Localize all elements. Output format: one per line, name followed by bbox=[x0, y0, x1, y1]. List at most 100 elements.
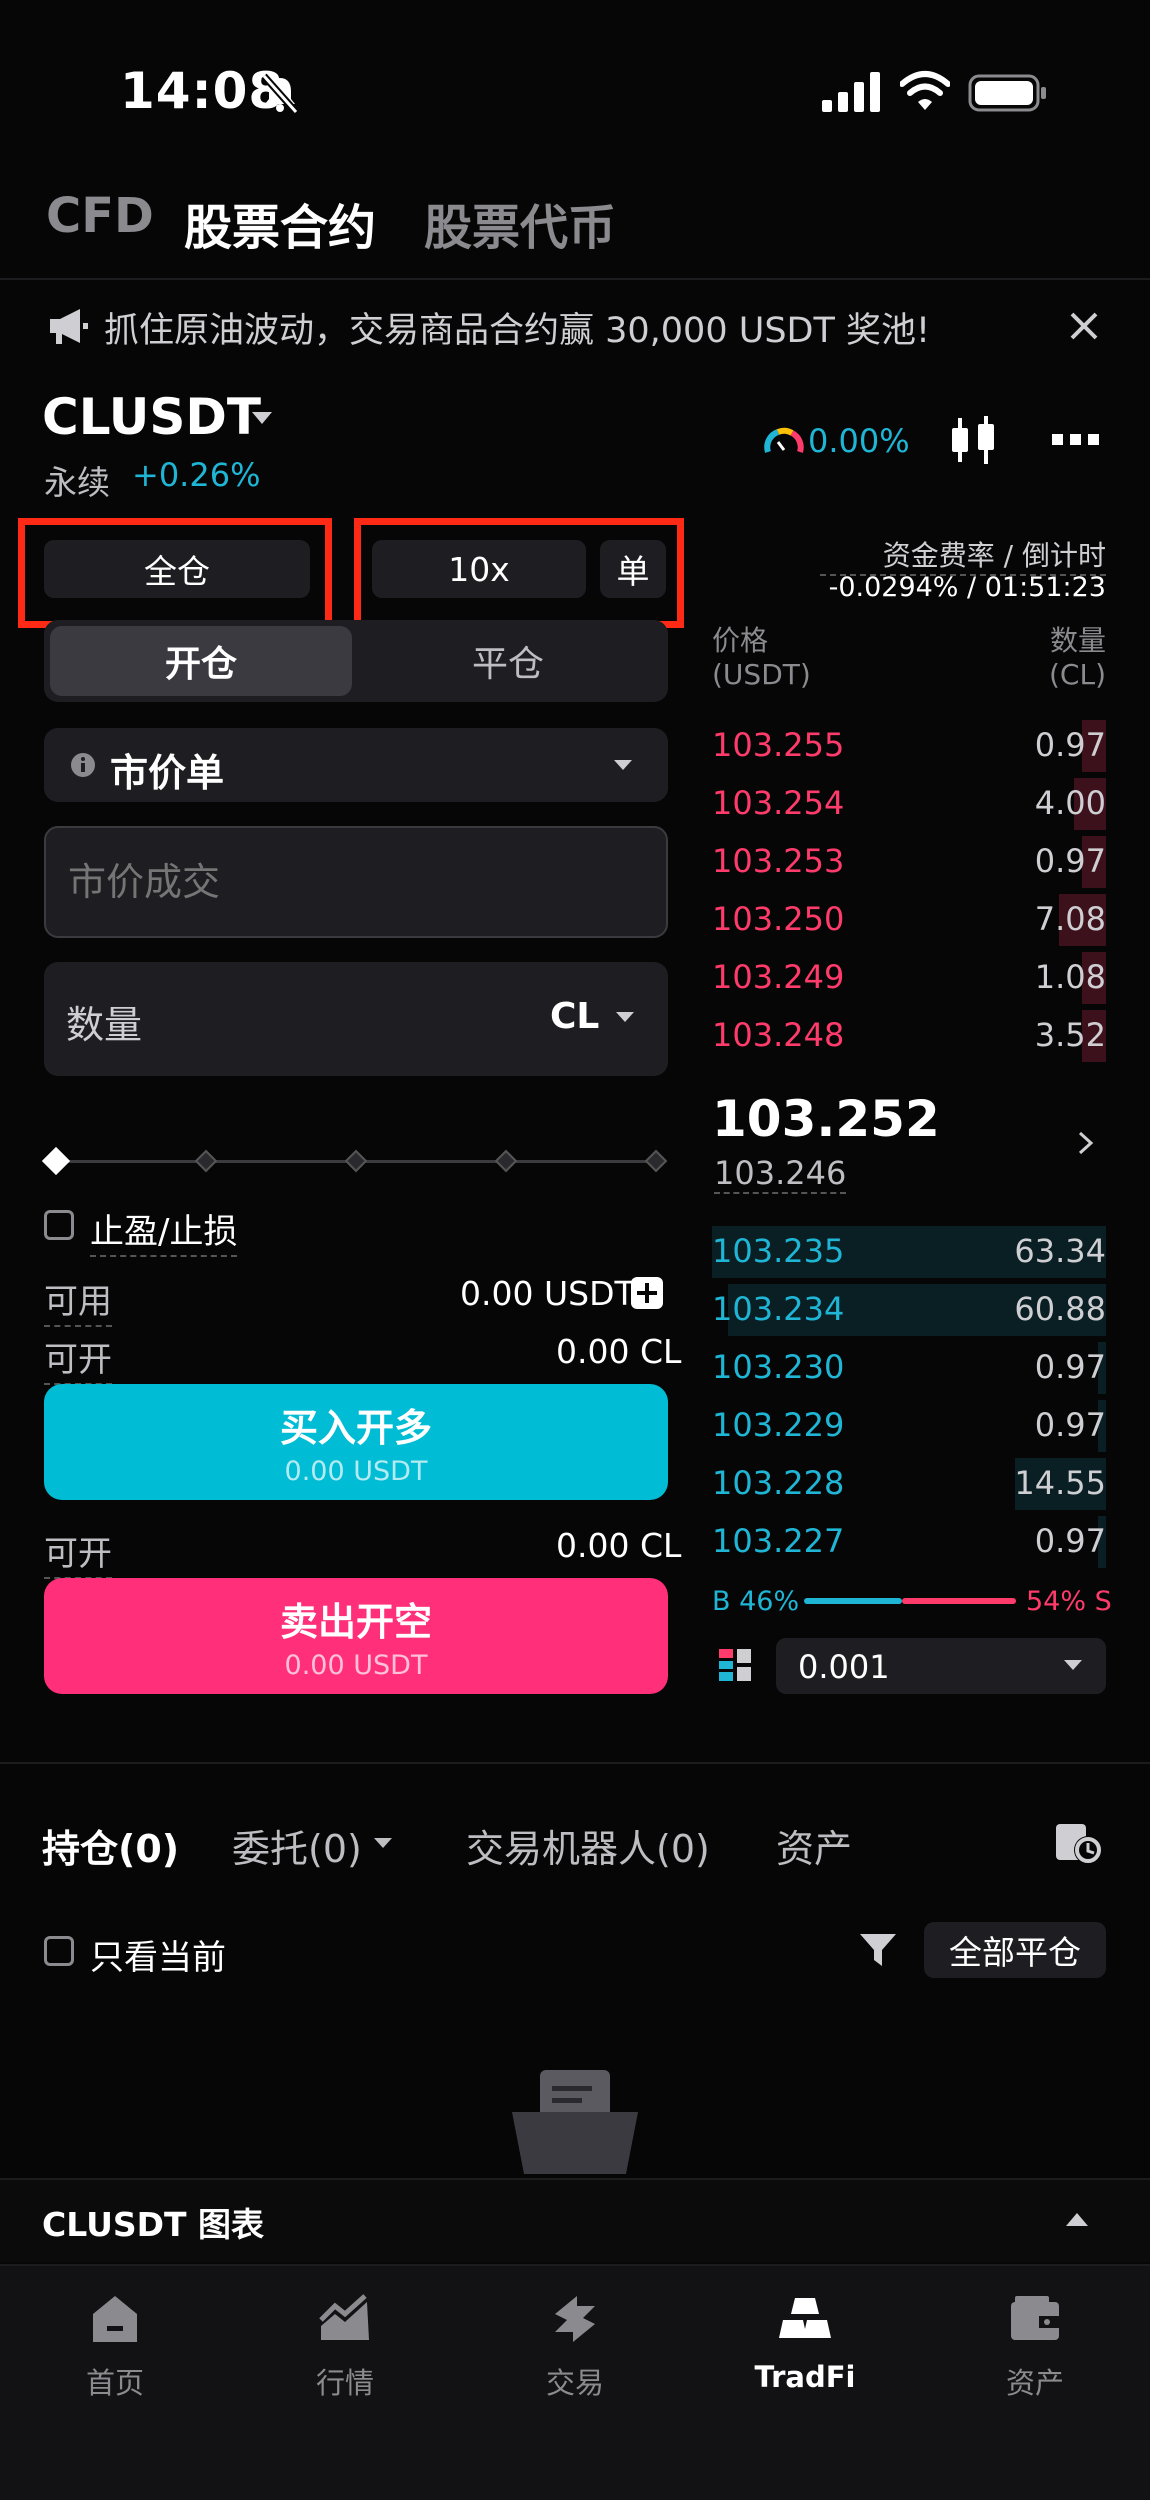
ask-row[interactable]: 103.254 4.00 bbox=[712, 776, 1106, 832]
close-all-button[interactable]: 全部平仓 bbox=[924, 1922, 1106, 1978]
wifi-icon bbox=[900, 71, 950, 110]
symbol-dropdown-icon[interactable] bbox=[250, 410, 274, 426]
nav-tradfi[interactable]: TradFi bbox=[730, 2292, 880, 2394]
sell-short-amount: 0.00 USDT bbox=[284, 1650, 428, 1681]
unit-dropdown-icon[interactable] bbox=[614, 1010, 636, 1024]
bid-row[interactable]: 103.228 14.55 bbox=[712, 1456, 1106, 1512]
sell-can-open-value: 0.00 CL bbox=[556, 1526, 682, 1565]
depth-step-select[interactable]: 0.001 bbox=[776, 1638, 1106, 1694]
tab-stock-contracts[interactable]: 股票合约 bbox=[184, 188, 376, 258]
nav-assets[interactable]: 资产 bbox=[960, 2292, 1110, 2402]
available-label: 可用 bbox=[44, 1274, 112, 1327]
depth-dropdown-icon[interactable] bbox=[1062, 1658, 1084, 1672]
bid-row[interactable]: 103.227 0.97 bbox=[712, 1514, 1106, 1570]
tab-trading-bots[interactable]: 交易机器人(0) bbox=[466, 1818, 710, 1873]
bid-qty: 0.97 bbox=[1034, 1406, 1106, 1444]
orders-dropdown-icon[interactable] bbox=[372, 1836, 394, 1850]
buy-can-open-label: 可开 bbox=[44, 1332, 112, 1385]
nav-trade-label: 交易 bbox=[545, 2366, 604, 2400]
sell-ratio-bar bbox=[902, 1598, 1016, 1604]
slider-step-50[interactable] bbox=[344, 1149, 368, 1173]
empty-folder-icon bbox=[512, 2070, 638, 2174]
ob-price-unit: (USDT) bbox=[712, 658, 811, 691]
tab-orders[interactable]: 委托(0) bbox=[232, 1818, 362, 1873]
wallet-icon bbox=[1011, 2296, 1059, 2340]
bid-qty: 0.97 bbox=[1034, 1348, 1106, 1386]
tab-stock-tokens[interactable]: 股票代币 bbox=[424, 188, 616, 258]
buy-long-button[interactable]: 买入开多 0.00 USDT bbox=[44, 1384, 668, 1500]
chart-drawer-label[interactable]: CLUSDT 图表 bbox=[42, 2198, 264, 2246]
chevron-right-icon[interactable] bbox=[1076, 1130, 1096, 1156]
buy-can-open-value: 0.00 CL bbox=[556, 1332, 682, 1371]
tab-assets[interactable]: 资产 bbox=[776, 1818, 852, 1873]
quantity-label: 数量 bbox=[66, 1003, 143, 1047]
bid-qty: 0.97 bbox=[1034, 1522, 1106, 1560]
nav-tradfi-label: TradFi bbox=[754, 2360, 856, 2394]
sentiment-rate[interactable]: 0.00% bbox=[808, 422, 910, 460]
gold-bars-icon bbox=[779, 2298, 831, 2338]
ask-row[interactable]: 103.249 1.08 bbox=[712, 950, 1106, 1006]
candlestick-chart-icon[interactable] bbox=[948, 414, 998, 466]
position-mode-button[interactable]: 单 bbox=[600, 540, 666, 598]
nav-markets[interactable]: 行情 bbox=[270, 2292, 420, 2402]
ask-qty: 4.00 bbox=[1034, 784, 1106, 822]
slider-step-75[interactable] bbox=[494, 1149, 518, 1173]
home-icon bbox=[93, 2296, 137, 2342]
tpsl-label[interactable]: 止盈/止损 bbox=[90, 1204, 238, 1257]
add-funds-icon[interactable] bbox=[630, 1276, 664, 1310]
quantity-unit-select[interactable]: CL bbox=[550, 996, 599, 1037]
trade-exchange-icon bbox=[555, 2296, 595, 2342]
price-input[interactable] bbox=[44, 826, 668, 938]
bid-qty: 14.55 bbox=[1014, 1464, 1106, 1502]
buy-ratio: B 46% bbox=[712, 1586, 800, 1617]
ask-row[interactable]: 103.248 3.52 bbox=[712, 1008, 1106, 1064]
gauge-icon bbox=[764, 427, 804, 453]
bell-muted-icon bbox=[261, 73, 299, 115]
bid-price: 103.234 bbox=[712, 1290, 845, 1328]
tpsl-checkbox[interactable] bbox=[44, 1210, 74, 1240]
order-type-label: 市价单 bbox=[110, 751, 225, 795]
tab-close-position[interactable]: 平仓 bbox=[352, 626, 664, 696]
sell-short-button[interactable]: 卖出开空 0.00 USDT bbox=[44, 1578, 668, 1694]
ask-row[interactable]: 103.255 0.97 bbox=[712, 718, 1106, 774]
chevron-down-icon bbox=[614, 760, 632, 770]
nav-trade[interactable]: 交易 bbox=[500, 2292, 650, 2402]
announcement-text[interactable]: 抓住原油波动，交易商品合约赢 30,000 USDT 奖池! bbox=[104, 302, 930, 353]
history-icon[interactable] bbox=[1054, 1820, 1104, 1866]
symbol-name[interactable]: CLUSDT bbox=[42, 388, 261, 446]
close-icon[interactable] bbox=[1064, 306, 1104, 346]
filter-icon[interactable] bbox=[858, 1930, 898, 1970]
info-icon[interactable] bbox=[70, 752, 96, 778]
last-price: 103.252 bbox=[712, 1090, 940, 1148]
ask-row[interactable]: 103.253 0.97 bbox=[712, 834, 1106, 890]
ask-qty: 3.52 bbox=[1034, 1016, 1106, 1054]
margin-mode-button[interactable]: 全仓 bbox=[44, 540, 310, 598]
bid-qty: 60.88 bbox=[1014, 1290, 1106, 1328]
leverage-button[interactable]: 10x bbox=[372, 540, 586, 598]
ask-row[interactable]: 103.250 7.08 bbox=[712, 892, 1106, 948]
nav-markets-label: 行情 bbox=[315, 2366, 374, 2400]
tab-cfd[interactable]: CFD bbox=[46, 188, 154, 244]
funding-label[interactable]: 资金费率 / 倒计时 bbox=[820, 534, 1106, 576]
bid-row[interactable]: 103.230 0.97 bbox=[712, 1340, 1106, 1396]
ob-qty-header: 数量 bbox=[1049, 624, 1106, 657]
orderbook-layout-icon[interactable] bbox=[718, 1648, 752, 1682]
bid-price: 103.227 bbox=[712, 1522, 845, 1560]
tab-open-position[interactable]: 开仓 bbox=[50, 626, 352, 696]
bid-row[interactable]: 103.235 63.34 bbox=[712, 1224, 1106, 1280]
depth-step-value: 0.001 bbox=[798, 1648, 890, 1686]
ask-price: 103.254 bbox=[712, 784, 845, 822]
only-current-checkbox[interactable] bbox=[44, 1936, 74, 1966]
bid-row[interactable]: 103.229 0.97 bbox=[712, 1398, 1106, 1454]
chevron-up-icon[interactable] bbox=[1064, 2210, 1090, 2228]
slider-step-100[interactable] bbox=[644, 1149, 668, 1173]
nav-home[interactable]: 首页 bbox=[40, 2292, 190, 2402]
more-icon[interactable] bbox=[1050, 432, 1100, 448]
quantity-slider-handle[interactable] bbox=[41, 1146, 71, 1176]
buy-ratio-bar bbox=[804, 1598, 902, 1604]
only-current-label[interactable]: 只看当前 bbox=[90, 1930, 226, 1979]
bid-row[interactable]: 103.234 60.88 bbox=[712, 1282, 1106, 1338]
tab-positions[interactable]: 持仓(0) bbox=[42, 1818, 179, 1873]
mark-price: 103.246 bbox=[714, 1154, 847, 1194]
slider-step-25[interactable] bbox=[194, 1149, 218, 1173]
